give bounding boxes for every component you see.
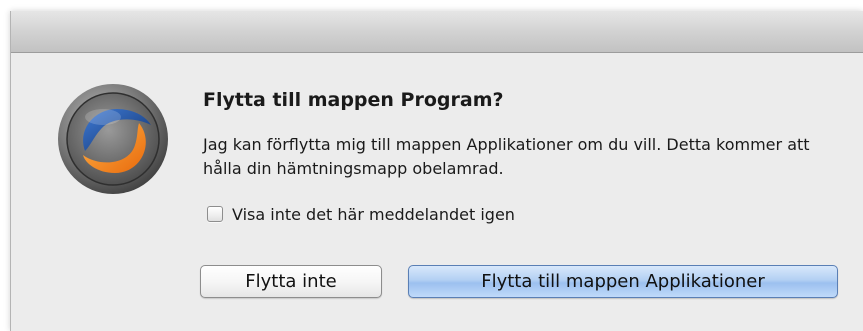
title-bar[interactable] (11, 11, 863, 53)
app-icon (55, 81, 171, 197)
dialog-message: Jag kan förflytta mig till mappen Applik… (203, 135, 810, 178)
move-to-applications-button[interactable]: Flytta till mappen Applikationer (408, 265, 838, 298)
dont-move-button[interactable]: Flytta inte (200, 265, 382, 298)
swirl-app-icon (58, 84, 168, 194)
dont-show-again-checkbox[interactable] (207, 206, 223, 222)
dont-show-again-label[interactable]: Visa inte det här meddelandet igen (232, 205, 515, 224)
dialog-window: Flytta till mappen Program? Jag kan förf… (10, 11, 863, 331)
dialog-title: Flytta till mappen Program? (203, 89, 504, 111)
dont-show-again-row[interactable]: Visa inte det här meddelandet igen (207, 203, 515, 225)
